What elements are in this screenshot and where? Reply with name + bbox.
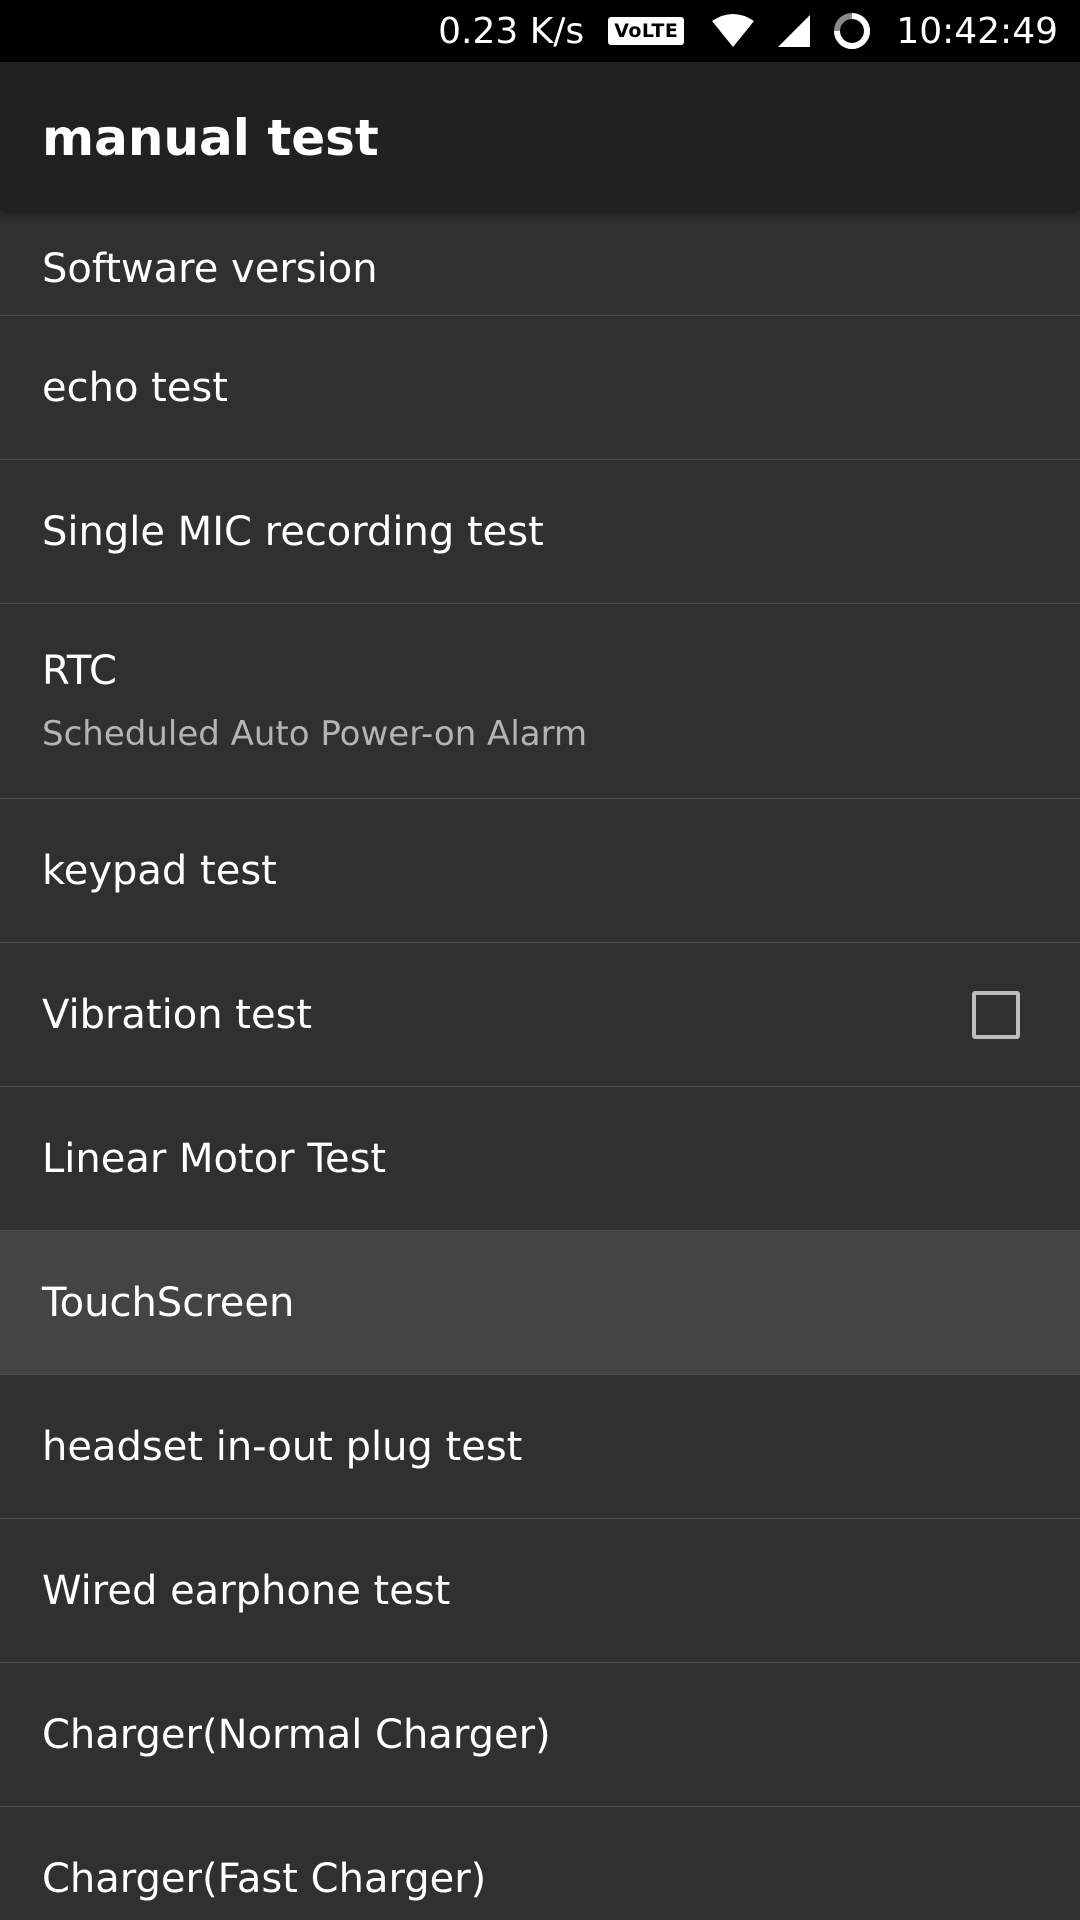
list-item-charger-fast[interactable]: Charger(Fast Charger)	[0, 1807, 1080, 1920]
list-item-summary: Scheduled Auto Power-on Alarm	[42, 714, 588, 754]
list-item-wired-earphone-test[interactable]: Wired earphone test	[0, 1519, 1080, 1663]
list-item-label: Wired earphone test	[42, 1567, 451, 1614]
network-speed: 0.23 K/s	[438, 10, 585, 52]
list-item-charger-normal[interactable]: Charger(Normal Charger)	[0, 1663, 1080, 1807]
list-item-label: Single MIC recording test	[42, 508, 544, 555]
list-item-headset-plug-test[interactable]: headset in-out plug test	[0, 1375, 1080, 1519]
clock: 10:42:49	[896, 10, 1058, 52]
wifi-icon	[710, 13, 756, 49]
list-item-label: headset in-out plug test	[42, 1423, 523, 1470]
list-item-label: echo test	[42, 364, 228, 411]
list-item-label: Vibration test	[42, 991, 313, 1038]
list-item-single-mic-recording-test[interactable]: Single MIC recording test	[0, 460, 1080, 604]
list-item-software-version[interactable]: Software version	[0, 210, 1080, 316]
list-item-rtc[interactable]: RTC Scheduled Auto Power-on Alarm	[0, 604, 1080, 799]
app-bar: manual test	[0, 62, 1080, 210]
list-item-label: Linear Motor Test	[42, 1135, 387, 1182]
vibration-checkbox[interactable]	[972, 990, 1020, 1039]
list-item-touchscreen[interactable]: TouchScreen	[0, 1231, 1080, 1375]
volte-icon: VoLTE	[608, 17, 685, 45]
list-item-label: Software version	[42, 246, 378, 292]
list-item-vibration-test[interactable]: Vibration test	[0, 943, 1080, 1087]
cell-signal-icon	[776, 13, 812, 49]
status-bar: 0.23 K/s VoLTE 10:42:49	[0, 0, 1080, 62]
list-item-keypad-test[interactable]: keypad test	[0, 799, 1080, 943]
list-item-label: TouchScreen	[42, 1279, 295, 1326]
list-item-label: RTC	[42, 648, 117, 694]
page-title: manual test	[42, 109, 379, 167]
sync-icon	[832, 11, 872, 51]
list-item-echo-test[interactable]: echo test	[0, 316, 1080, 460]
list-item-label: Charger(Normal Charger)	[42, 1711, 551, 1758]
test-list[interactable]: Software version echo test Single MIC re…	[0, 210, 1080, 1920]
list-item-label: keypad test	[42, 847, 277, 894]
list-item-label: Charger(Fast Charger)	[42, 1855, 487, 1902]
list-item-linear-motor-test[interactable]: Linear Motor Test	[0, 1087, 1080, 1231]
